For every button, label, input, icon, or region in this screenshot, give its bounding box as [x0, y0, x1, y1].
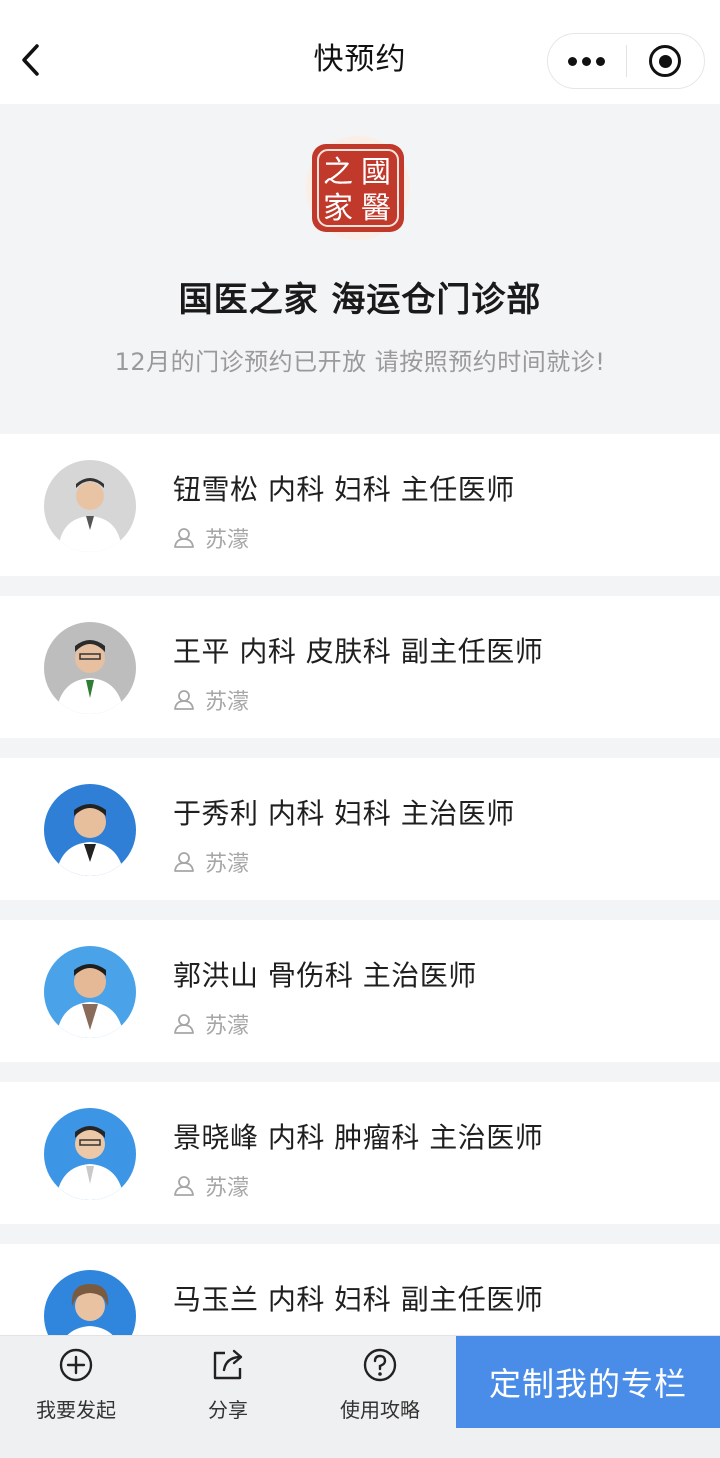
seal-char: 家: [323, 191, 353, 226]
target-icon: [649, 45, 682, 77]
doctor-title: 郭洪山 骨伤科 主治医师: [173, 959, 477, 992]
seal-char: 之: [323, 155, 353, 190]
user-icon: [174, 690, 194, 710]
doctor-title: 马玉兰 内科 妇科 副主任医师: [173, 1283, 544, 1316]
staff-name: 苏濛: [205, 852, 250, 877]
doctor-staff: 苏濛: [173, 846, 249, 878]
doctor-title: 景晓峰 内科 肿瘤科 主治医师: [173, 1121, 544, 1154]
doctor-card[interactable]: 景晓峰 内科 肿瘤科 主治医师 苏濛: [0, 1082, 720, 1224]
user-icon: [174, 852, 194, 872]
doctor-card[interactable]: 王平 内科 皮肤科 副主任医师 苏濛: [0, 596, 720, 738]
doctor-title: 钮雪松 内科 妇科 主任医师: [173, 473, 515, 506]
doctor-card[interactable]: 郭洪山 骨伤科 主治医师 苏濛: [0, 920, 720, 1062]
doctor-avatar: [44, 460, 136, 552]
plus-circle-icon: [59, 1348, 93, 1382]
doctor-card[interactable]: 于秀利 内科 妇科 主治医师 苏濛: [0, 758, 720, 900]
bottom-action-bar: 我要发起 分享 使用攻略 定制我的专栏: [0, 1335, 720, 1458]
more-dots-icon: [568, 56, 578, 66]
tab-label: 分享: [208, 1398, 248, 1422]
help-icon: [363, 1348, 397, 1382]
doctor-avatar: [44, 622, 136, 714]
tab-guide[interactable]: 使用攻略: [310, 1336, 450, 1458]
target-icon-center: [658, 54, 672, 68]
doctor-avatar: [44, 784, 136, 876]
more-dot: [582, 56, 592, 66]
tab-initiate[interactable]: 我要发起: [6, 1336, 146, 1458]
doctor-avatar: [44, 946, 136, 1038]
appointment-notice: 12月的门诊预约已开放 请按照预约时间就诊!: [114, 348, 606, 376]
seal-char: 國: [361, 155, 391, 190]
doctor-title: 王平 内科 皮肤科 副主任医师: [173, 635, 544, 668]
user-icon: [174, 528, 194, 548]
share-icon: [213, 1349, 243, 1380]
more-button[interactable]: [548, 33, 626, 89]
doctor-card[interactable]: 钮雪松 内科 妇科 主任医师 苏濛: [0, 434, 720, 576]
staff-name: 苏濛: [205, 1014, 250, 1039]
user-icon: [174, 1176, 194, 1196]
staff-name: 苏濛: [205, 528, 250, 553]
staff-name: 苏濛: [205, 1176, 250, 1201]
user-icon: [174, 1014, 194, 1034]
seal-char: 醫: [361, 191, 391, 226]
doctor-title: 于秀利 内科 妇科 主治医师: [173, 797, 515, 830]
tab-label: 我要发起: [36, 1398, 116, 1422]
clinic-header: 國 醫 之 家 国医之家 海运仓门诊部 12月的门诊预约已开放 请按照预约时间就…: [0, 104, 720, 434]
staff-name: 苏濛: [205, 690, 250, 715]
doctor-staff: 苏濛: [173, 684, 249, 716]
doctor-staff: 苏濛: [173, 1008, 249, 1040]
doctor-avatar: [44, 1108, 136, 1200]
more-dot: [596, 56, 606, 66]
customize-column-button[interactable]: 定制我的专栏: [456, 1336, 720, 1428]
clinic-seal-logo: 國 醫 之 家: [306, 136, 410, 240]
clinic-name: 国医之家 海运仓门诊部: [178, 280, 542, 320]
close-mini-program-button[interactable]: [627, 33, 705, 89]
tab-share[interactable]: 分享: [158, 1336, 298, 1458]
tab-label: 使用攻略: [340, 1398, 420, 1422]
mini-program-capsule: [547, 33, 705, 89]
doctor-staff: 苏濛: [173, 522, 249, 554]
navigation-bar: 快预约: [0, 0, 720, 104]
doctor-staff: 苏濛: [173, 1170, 249, 1202]
